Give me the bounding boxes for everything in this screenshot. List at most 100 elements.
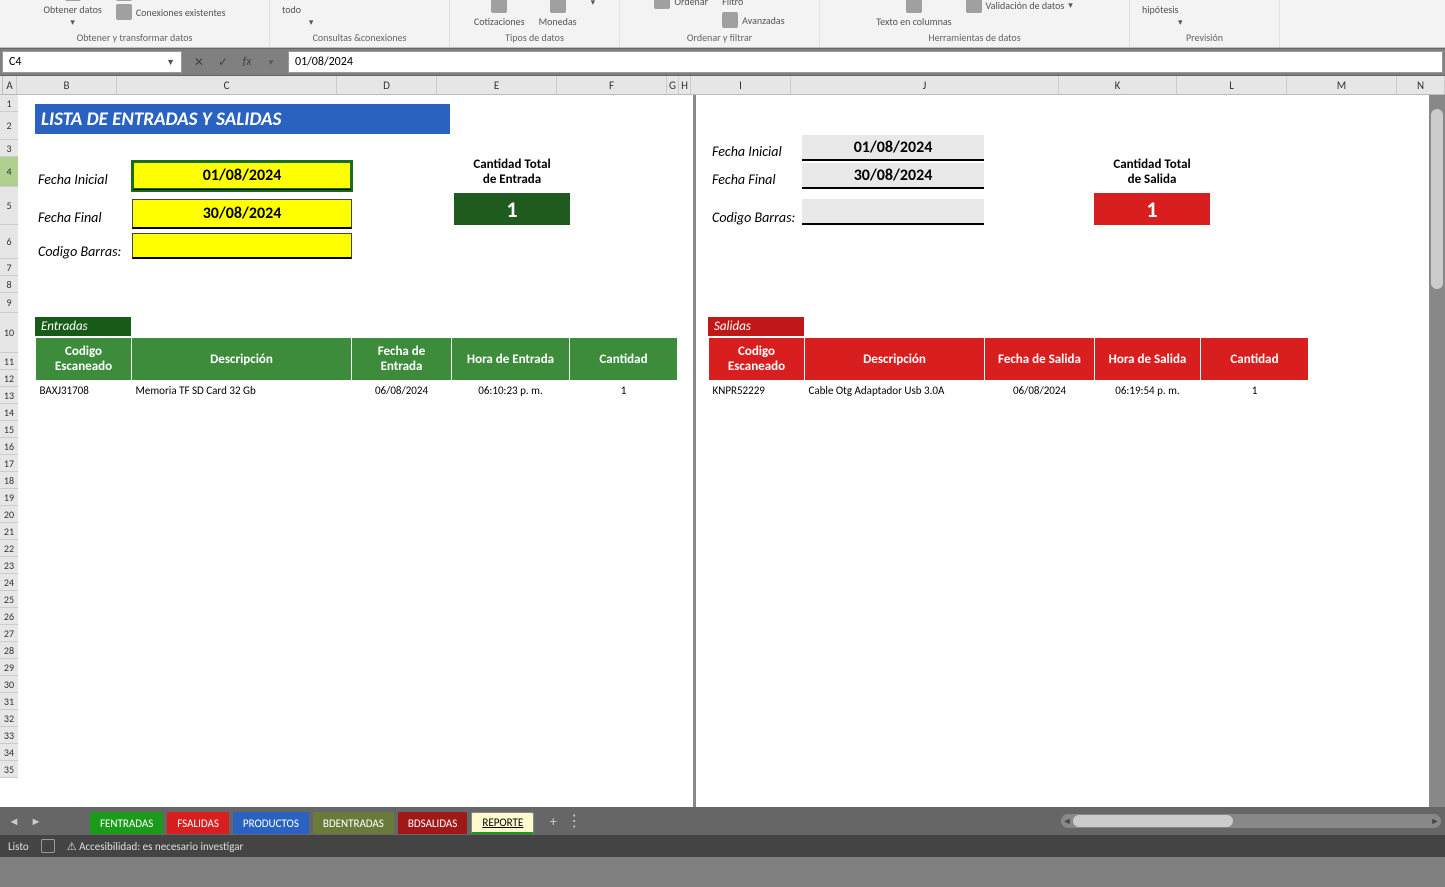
row-header-20[interactable]: 20 xyxy=(0,506,18,523)
accessibility-status[interactable]: ⚠ Accesibilidad: es necesario investigar xyxy=(67,840,244,853)
row-header-15[interactable]: 15 xyxy=(0,421,18,438)
tab-fentradas[interactable]: FENTRADAS xyxy=(90,812,163,834)
texto-columnas-button[interactable]: Texto en columnas xyxy=(872,0,955,29)
tab-fsalidas[interactable]: FSALIDAS xyxy=(167,812,229,834)
fecha-inicial-input-r[interactable]: 01/08/2024 xyxy=(802,135,984,161)
tab-bdentradas[interactable]: BDENTRADAS xyxy=(313,812,394,834)
column-header-J[interactable]: J xyxy=(791,76,1059,94)
row-header-32[interactable]: 32 xyxy=(0,710,18,727)
fecha-final-input-r[interactable]: 30/08/2024 xyxy=(802,163,984,189)
row-header-26[interactable]: 26 xyxy=(0,608,18,625)
table-row[interactable]: KNPR52229 Cable Otg Adaptador Usb 3.0A 0… xyxy=(709,381,1309,401)
validacion-button[interactable]: Validación de datos▾ xyxy=(962,0,1077,14)
row-header-21[interactable]: 21 xyxy=(0,523,18,540)
tab-nav-prev[interactable]: ◄ xyxy=(4,811,24,831)
table-row[interactable]: BAXJ31708 Memoria TF SD Card 32 Gb 06/08… xyxy=(36,381,678,401)
column-header-H[interactable]: H xyxy=(679,76,691,94)
column-header-I[interactable]: I xyxy=(691,76,791,94)
tab-reporte[interactable]: REPORTE xyxy=(471,812,534,834)
prevision-button[interactable]: Previsión xyxy=(1228,0,1271,4)
actualizar-button[interactable]: Actualizar todo▾ xyxy=(278,0,344,29)
datatypes-dd[interactable]: ▾ xyxy=(587,0,600,9)
monedas-button[interactable]: Monedas xyxy=(535,0,581,29)
row-header-34[interactable]: 34 xyxy=(0,744,18,761)
conexiones-button[interactable]: Conexiones existentes xyxy=(112,3,230,21)
codigo-barras-input[interactable] xyxy=(132,233,352,259)
de-tabla-button[interactable]: De una tabla o rango xyxy=(112,0,230,2)
column-header-N[interactable]: N xyxy=(1397,76,1445,94)
tab-nav-next[interactable]: ► xyxy=(26,811,46,831)
split-divider[interactable] xyxy=(696,95,704,807)
obtener-datos-button[interactable]: Obtener datos▾ xyxy=(39,0,105,29)
scrollbar-thumb[interactable] xyxy=(1431,109,1443,289)
fx-button[interactable]: fx xyxy=(236,51,258,73)
row-header-17[interactable]: 17 xyxy=(0,455,18,472)
codigo-barras-input-r[interactable] xyxy=(802,199,984,225)
row-header-12[interactable]: 12 xyxy=(0,370,18,387)
formula-input[interactable]: 01/08/2024 xyxy=(288,51,1443,73)
column-header-D[interactable]: D xyxy=(337,76,437,94)
texto-columnas-label: Texto en columnas xyxy=(876,15,951,28)
column-header-B[interactable]: B xyxy=(17,76,117,94)
row-header-27[interactable]: 27 xyxy=(0,625,18,642)
row-header-10[interactable]: 10 xyxy=(0,313,18,353)
row-header-33[interactable]: 33 xyxy=(0,727,18,744)
fecha-final-input[interactable]: 30/08/2024 xyxy=(132,199,352,229)
scrollbar-thumb[interactable] xyxy=(1073,815,1233,827)
column-header-L[interactable]: L xyxy=(1177,76,1287,94)
avanzadas-button[interactable]: Avanzadas xyxy=(718,11,789,29)
row-header-28[interactable]: 28 xyxy=(0,642,18,659)
tabs-menu[interactable]: ⋮ xyxy=(566,811,582,831)
row-header-3[interactable]: 3 xyxy=(0,140,18,157)
row-header-22[interactable]: 22 xyxy=(0,540,18,557)
column-header-E[interactable]: E xyxy=(437,76,557,94)
column-header-K[interactable]: K xyxy=(1059,76,1177,94)
column-header-M[interactable]: M xyxy=(1287,76,1397,94)
tab-productos[interactable]: PRODUCTOS xyxy=(233,812,309,834)
row-header-6[interactable]: 6 xyxy=(0,225,18,259)
row-header-31[interactable]: 31 xyxy=(0,693,18,710)
column-header-G[interactable]: G xyxy=(667,76,679,94)
row-header-11[interactable]: 11 xyxy=(0,353,18,370)
analisis-button[interactable]: Análisis de hipótesis▾ xyxy=(1138,0,1222,29)
row-header-35[interactable]: 35 xyxy=(0,761,18,778)
row-header-25[interactable]: 25 xyxy=(0,591,18,608)
column-header-A[interactable]: A xyxy=(3,76,17,94)
filtro-button[interactable]: Filtro xyxy=(718,0,789,10)
column-header-C[interactable]: C xyxy=(117,76,337,94)
row-header-2[interactable]: 2 xyxy=(0,112,18,140)
horizontal-scrollbar[interactable]: ◄ ► xyxy=(1061,814,1441,828)
row-header-30[interactable]: 30 xyxy=(0,676,18,693)
row-header-4[interactable]: 4 xyxy=(0,157,18,187)
scroll-right[interactable]: ► xyxy=(1429,814,1441,828)
row-header-8[interactable]: 8 xyxy=(0,276,18,293)
row-header-7[interactable]: 7 xyxy=(0,259,18,276)
row-header-18[interactable]: 18 xyxy=(0,472,18,489)
accept-formula-button[interactable]: ✓ xyxy=(212,51,234,73)
row-header-16[interactable]: 16 xyxy=(0,438,18,455)
row-header-19[interactable]: 19 xyxy=(0,489,18,506)
name-box[interactable]: C4▼ xyxy=(2,51,182,73)
row-header-29[interactable]: 29 xyxy=(0,659,18,676)
macro-record-icon[interactable] xyxy=(41,839,55,853)
fecha-inicial-input[interactable]: 01/08/2024 xyxy=(132,161,352,191)
row-header-1[interactable]: 1 xyxy=(0,95,18,112)
row-header-24[interactable]: 24 xyxy=(0,574,18,591)
cell-fecha: 06/08/2024 xyxy=(352,381,452,401)
row-header-23[interactable]: 23 xyxy=(0,557,18,574)
row-header-9[interactable]: 9 xyxy=(0,293,18,313)
row-header-5[interactable]: 5 xyxy=(0,187,18,225)
row-header-14[interactable]: 14 xyxy=(0,404,18,421)
column-header-F[interactable]: F xyxy=(557,76,667,94)
monedas-label: Monedas xyxy=(539,15,577,28)
entradas-table: Codigo Escaneado Descripción Fecha de En… xyxy=(35,337,678,400)
ordenar-button[interactable]: Ordenar xyxy=(650,0,712,10)
tab-bdsalidas[interactable]: BDSALIDAS xyxy=(398,812,468,834)
scroll-left[interactable]: ◄ xyxy=(1061,814,1073,828)
cancel-formula-button[interactable]: ✕ xyxy=(188,51,210,73)
formula-dd[interactable]: ▾ xyxy=(260,51,282,73)
cotizaciones-button[interactable]: Cotizaciones xyxy=(470,0,529,29)
vertical-scrollbar[interactable] xyxy=(1429,95,1445,807)
row-header-13[interactable]: 13 xyxy=(0,387,18,404)
add-sheet-button[interactable]: + xyxy=(542,813,564,830)
